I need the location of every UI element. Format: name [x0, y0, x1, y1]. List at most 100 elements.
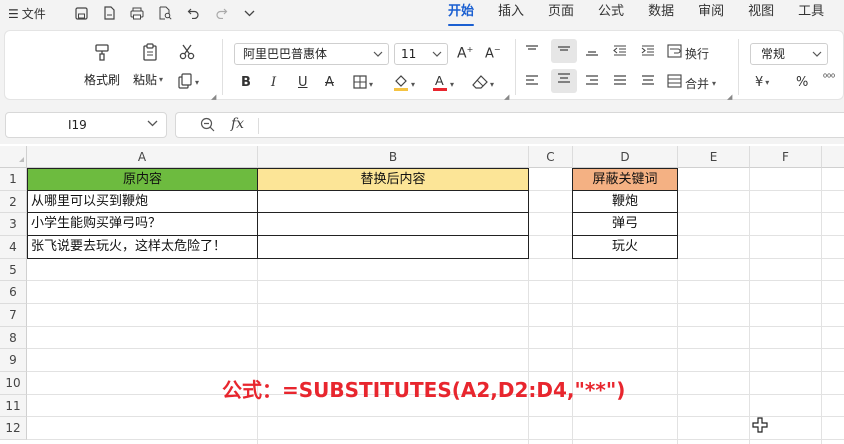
paste-button[interactable] [139, 41, 161, 63]
name-box[interactable]: I19 [5, 112, 167, 138]
undo-icon[interactable] [186, 6, 200, 20]
copy-dropdown[interactable]: ▾ [178, 73, 199, 92]
tab-tools[interactable]: 工具 [786, 0, 836, 26]
format-painter-button[interactable] [91, 41, 113, 63]
row-header-6[interactable]: 6 [0, 281, 27, 304]
column-header-g[interactable] [822, 146, 844, 168]
redo-icon[interactable] [214, 6, 228, 20]
cell-a4[interactable]: 张飞说要去玩火，这样太危险了！ [27, 235, 258, 259]
tab-home[interactable]: 开始 [436, 0, 486, 26]
increase-font-button[interactable]: A+ [457, 45, 473, 62]
bold-button[interactable]: B [241, 75, 251, 90]
wrap-text-button[interactable]: 换行 [667, 44, 709, 62]
print-icon[interactable] [130, 6, 144, 20]
merge-button[interactable]: 合并 ▾ [667, 74, 716, 92]
menu-bar: ☰ 文件 开始 插入 页面 公式 数据 审阅 视图 工具 [0, 0, 844, 26]
cell-d4[interactable]: 玩火 [572, 235, 678, 259]
chevron-down-icon [432, 44, 442, 72]
cell-a3[interactable]: 小学生能购买弹弓吗？ [27, 212, 258, 236]
print-preview-icon[interactable] [158, 6, 172, 20]
cell-b1[interactable]: 替换后内容 [257, 168, 529, 191]
column-header-f[interactable]: F [750, 146, 822, 168]
row-header-11[interactable]: 11 [0, 395, 27, 417]
underline-button[interactable]: U [298, 75, 308, 90]
align-middle-icon [557, 43, 571, 59]
select-all-corner[interactable] [0, 146, 27, 168]
tab-data[interactable]: 数据 [636, 0, 686, 26]
percent-button[interactable]: % [796, 75, 808, 90]
formula-input[interactable]: fx [175, 112, 844, 138]
chevron-down-icon [812, 44, 822, 72]
row-header-12[interactable]: 12 [0, 417, 27, 440]
wrap-text-icon [667, 44, 682, 62]
zoom-icon[interactable] [200, 117, 215, 136]
column-header-d[interactable]: D [573, 146, 678, 168]
tab-view[interactable]: 视图 [736, 0, 786, 26]
cell-d2[interactable]: 鞭炮 [572, 190, 678, 213]
row-header-7[interactable]: 7 [0, 304, 27, 327]
number-format-select[interactable]: 常规 [750, 43, 828, 65]
quick-access-dropdown-icon[interactable] [242, 6, 256, 20]
decrease-font-button[interactable]: A− [485, 45, 501, 61]
tab-insert[interactable]: 插入 [486, 0, 536, 26]
file-menu[interactable]: ☰ 文件 [8, 5, 46, 22]
tab-review[interactable]: 审阅 [686, 0, 736, 26]
border-button[interactable]: ▾ [353, 75, 373, 93]
cell-a2[interactable]: 从哪里可以买到鞭炮 [27, 190, 258, 213]
export-pdf-icon[interactable] [102, 6, 116, 20]
clear-format-button[interactable]: ▾ [472, 75, 494, 93]
distributed-button[interactable] [641, 75, 655, 91]
cell-d1[interactable]: 屏蔽关键词 [572, 168, 678, 191]
dialog-launcher-icon[interactable]: ◢ [211, 93, 216, 101]
column-header-a[interactable]: A [27, 146, 258, 168]
column-header-c[interactable]: C [529, 146, 573, 168]
row-header-3[interactable]: 3 [0, 213, 27, 236]
align-bottom-button[interactable] [585, 45, 599, 61]
cell-b3[interactable] [257, 212, 529, 236]
font-size-select[interactable]: 11 [394, 43, 448, 65]
align-middle-button[interactable] [551, 39, 577, 63]
dialog-launcher-icon[interactable]: ◢ [504, 93, 509, 101]
row-header-10[interactable]: 10 [0, 372, 27, 395]
row-header-5[interactable]: 5 [0, 259, 27, 281]
number-format-value: 常规 [761, 47, 786, 61]
justify-button[interactable] [613, 75, 627, 91]
font-color-button[interactable]: A ▾ [432, 73, 454, 95]
gridline [27, 371, 844, 372]
row-header-8[interactable]: 8 [0, 327, 27, 349]
paste-dropdown[interactable]: 粘贴 ▾ [133, 71, 163, 88]
column-header-b[interactable]: B [258, 146, 529, 168]
gridline [27, 303, 844, 304]
decimal-button[interactable]: ⁰⁰⁰ [823, 73, 835, 84]
strikethrough-button[interactable]: A [325, 75, 334, 90]
tab-formula[interactable]: 公式 [586, 0, 636, 26]
align-right-button[interactable] [585, 75, 599, 91]
dialog-launcher-icon[interactable]: ◢ [727, 93, 732, 101]
tab-page[interactable]: 页面 [536, 0, 586, 26]
save-icon[interactable] [74, 6, 88, 20]
ribbon: 格式刷 粘贴 ▾ ▾ ◢ 阿里巴巴普惠体 11 A+ A− B I U A ▾ … [0, 26, 844, 106]
align-center-button[interactable] [551, 69, 577, 93]
align-top-button[interactable] [525, 45, 539, 61]
align-left-button[interactable] [525, 75, 539, 91]
column-header-e[interactable]: E [678, 146, 750, 168]
cell-d3[interactable]: 弹弓 [572, 212, 678, 236]
row-header-2[interactable]: 2 [0, 191, 27, 213]
increase-indent-button[interactable] [641, 45, 655, 61]
cell-b2[interactable] [257, 190, 529, 213]
chevron-down-icon: ▾ [369, 79, 374, 89]
cut-button[interactable] [176, 41, 198, 63]
row-header-4[interactable]: 4 [0, 236, 27, 259]
cell-b4[interactable] [257, 235, 529, 259]
fill-color-button[interactable]: ▾ [393, 73, 415, 95]
fx-icon[interactable]: fx [231, 116, 244, 132]
row-header-1[interactable]: 1 [0, 168, 27, 191]
chevron-down-icon [373, 44, 383, 72]
cell-a1[interactable]: 原内容 [27, 168, 258, 191]
decrease-indent-button[interactable] [613, 45, 627, 61]
row-header-9[interactable]: 9 [0, 349, 27, 372]
font-name-select[interactable]: 阿里巴巴普惠体 [234, 43, 389, 65]
currency-button[interactable]: ¥ ▾ [755, 75, 769, 90]
ribbon-tabs: 开始 插入 页面 公式 数据 审阅 视图 工具 [436, 0, 836, 26]
italic-button[interactable]: I [271, 75, 276, 90]
